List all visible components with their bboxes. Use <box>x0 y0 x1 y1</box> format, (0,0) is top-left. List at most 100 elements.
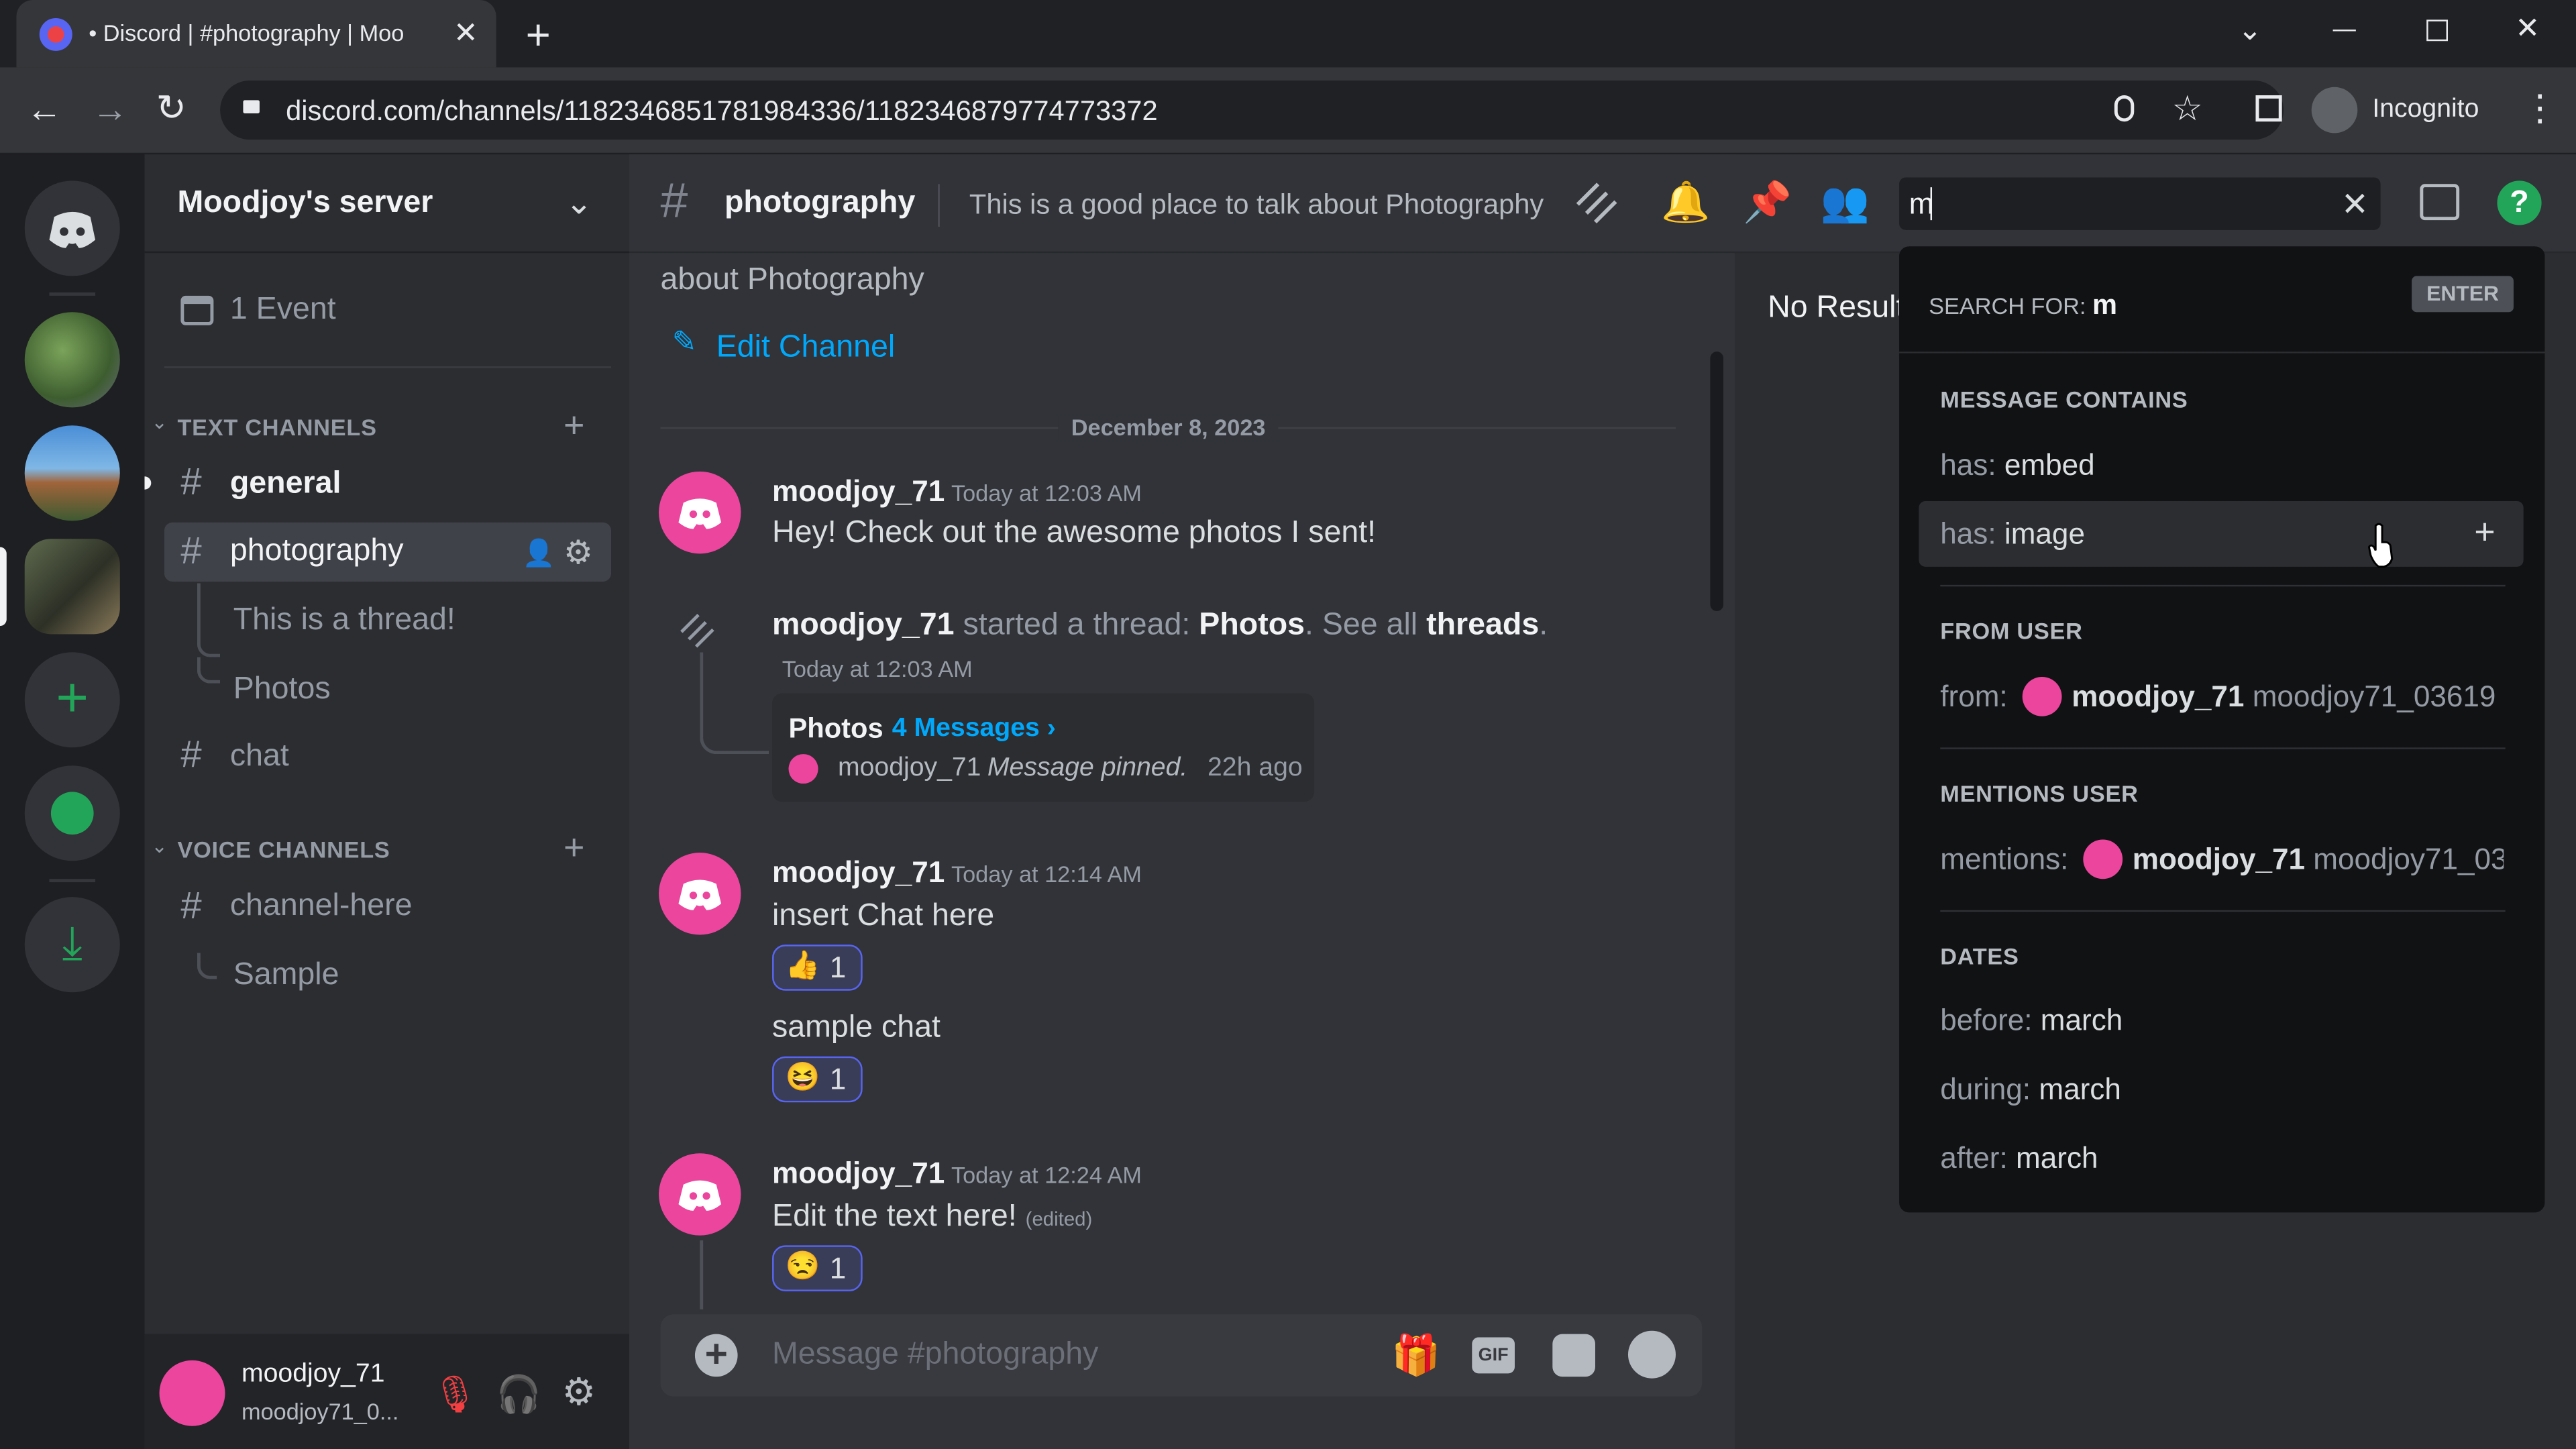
message-input[interactable]: Message #photography <box>772 1337 1098 1373</box>
voice-channels-category[interactable]: VOICE CHANNELS <box>177 837 390 863</box>
thread-name-link[interactable]: Photos <box>1199 608 1305 642</box>
explore-servers-icon[interactable] <box>24 765 120 861</box>
message-avatar[interactable] <box>659 471 741 554</box>
channel-intro-text: about Photography <box>660 262 924 298</box>
lock-icon <box>243 100 260 113</box>
thread-item-1[interactable]: This is a thread! <box>233 603 455 639</box>
from-user-avatar <box>2022 676 2062 716</box>
thread-system-message: moodjoy_71 started a thread: Photos. See… <box>772 608 1548 643</box>
thread-card[interactable] <box>772 693 1315 802</box>
message-author[interactable]: moodjoy_71 <box>772 1157 945 1191</box>
sample-item[interactable]: Sample <box>233 958 339 994</box>
thread-card-last-message: Message pinned. <box>987 754 1188 782</box>
mouse-cursor-icon <box>2367 523 2394 568</box>
member-list-icon[interactable]: 👥 <box>1820 179 1869 227</box>
search-input[interactable] <box>1899 177 2381 230</box>
bell-icon[interactable]: 🔔 <box>1661 179 1710 227</box>
back-icon[interactable]: ← <box>26 89 62 131</box>
clear-search-icon[interactable]: ✕ <box>2341 184 2369 225</box>
option-key: before: <box>1940 1004 2033 1037</box>
emoji-picker-icon[interactable] <box>1627 1330 1676 1379</box>
option-during[interactable]: during: march <box>1940 1073 2121 1107</box>
create-text-channel-icon[interactable]: + <box>564 404 584 447</box>
message-text: sample chat <box>772 1010 941 1045</box>
download-apps-icon[interactable]: ⤓ <box>24 897 120 993</box>
search-for-key: SEARCH FOR: <box>1929 292 2086 319</box>
add-filter-plus-icon[interactable]: + <box>2474 511 2495 554</box>
message-avatar[interactable] <box>659 853 741 935</box>
option-before[interactable]: before: march <box>1940 1004 2123 1038</box>
browser-menu-icon[interactable]: ⋮ <box>2522 87 2558 130</box>
inbox-icon[interactable] <box>2420 184 2460 221</box>
chat-scrollbar[interactable] <box>1710 352 1724 612</box>
channel-here-label[interactable]: channel-here <box>230 889 413 925</box>
user-name[interactable]: moodjoy_71 <box>241 1360 384 1390</box>
message-author[interactable]: moodjoy_71 <box>772 608 955 642</box>
forward-icon[interactable]: → <box>92 89 128 131</box>
gif-icon[interactable]: GIF <box>1472 1337 1515 1374</box>
incognito-label[interactable]: Incognito <box>2372 95 2479 125</box>
bookmark-star-icon[interactable]: ☆ <box>2172 89 2203 129</box>
thread-item-2[interactable]: Photos <box>233 672 331 708</box>
message-author[interactable]: moodjoy_71 <box>772 475 945 509</box>
edit-channel-link[interactable]: Edit Channel <box>716 330 895 366</box>
channel-photography-label[interactable]: photography <box>230 534 404 570</box>
invite-user-icon[interactable]: 👤 <box>523 537 555 570</box>
sticker-icon[interactable] <box>1552 1334 1595 1377</box>
close-tab-icon[interactable]: ✕ <box>453 16 478 50</box>
incognito-icon[interactable] <box>2311 87 2358 133</box>
option-has-image[interactable]: has: image <box>1940 517 2085 551</box>
chevron-down-icon[interactable]: ⌄ <box>565 182 592 223</box>
from-user-name[interactable]: moodjoy_71 moodjoy71_03619 <box>2072 680 2502 714</box>
option-from-user[interactable]: from: <box>1940 680 2007 714</box>
moodjoys-server-icon[interactable] <box>24 539 120 635</box>
user-avatar[interactable] <box>159 1360 225 1426</box>
gear-icon[interactable]: ⚙ <box>564 532 593 573</box>
option-after[interactable]: after: march <box>1940 1142 2098 1176</box>
pin-icon[interactable]: 📌 <box>1743 179 1792 227</box>
discord-home-icon[interactable] <box>24 180 120 276</box>
reaction-laugh[interactable]: 😆 1 <box>772 1056 863 1103</box>
channel-topic[interactable]: This is a good place to talk about Photo… <box>969 189 1544 222</box>
option-mentions-user[interactable]: mentions: <box>1940 843 2068 877</box>
reaction-unamused[interactable]: 😒 1 <box>772 1245 863 1291</box>
new-tab-icon[interactable]: + <box>526 10 551 61</box>
add-server-icon[interactable]: + <box>24 652 120 748</box>
close-window-icon[interactable]: ✕ <box>2515 11 2540 46</box>
thread-card-title[interactable]: Photos <box>789 713 883 746</box>
option-has-embed[interactable]: has: embed <box>1940 449 2094 483</box>
reaction-thumbs-up[interactable]: 👍 1 <box>772 945 863 991</box>
mentions-user-name[interactable]: moodjoy_71 moodjoy71_03 <box>2133 843 2504 877</box>
channel-chat-label[interactable]: chat <box>230 739 289 775</box>
mic-blocked-icon[interactable] <box>2114 95 2135 122</box>
threads-link[interactable]: threads <box>1426 608 1539 642</box>
reload-icon[interactable]: ↻ <box>156 87 186 130</box>
thread-card-count[interactable]: 4 Messages › <box>892 714 1056 744</box>
upload-plus-icon[interactable]: + <box>694 1333 738 1377</box>
option-key: has: <box>1940 517 1996 551</box>
browser-tab-title: • Discord | #photography | Moo <box>89 19 405 46</box>
headphones-icon[interactable]: 🎧 <box>496 1373 541 1416</box>
gift-icon[interactable]: 🎁 <box>1391 1332 1440 1380</box>
create-voice-channel-icon[interactable]: + <box>564 826 584 869</box>
message-author[interactable]: moodjoy_71 <box>772 856 945 890</box>
server-name[interactable]: Moodjoy's server <box>177 186 433 222</box>
events-label[interactable]: 1 Event <box>230 292 336 329</box>
user-tag: moodjoy71_0... <box>241 1398 399 1425</box>
side-panel-icon[interactable] <box>2255 95 2282 122</box>
channel-general-label[interactable]: general <box>230 467 341 503</box>
from-user-heading: FROM USER <box>1940 617 2083 645</box>
collapse-chevron-icon[interactable]: ⌄ <box>151 835 168 857</box>
message-avatar[interactable] <box>659 1153 741 1236</box>
server-icon-nature[interactable] <box>24 312 120 408</box>
text-channels-category[interactable]: TEXT CHANNELS <box>177 414 376 440</box>
tab-search-icon[interactable]: ⌄ <box>2238 13 2263 48</box>
url-text[interactable]: discord.com/channels/1182346851781984336… <box>286 95 1158 128</box>
restore-icon[interactable] <box>2426 19 2449 42</box>
user-settings-gear-icon[interactable]: ⚙ <box>562 1370 596 1414</box>
collapse-chevron-icon[interactable]: ⌄ <box>151 411 168 433</box>
help-icon[interactable]: ? <box>2497 180 2542 225</box>
server-icon-landscape[interactable] <box>24 425 120 521</box>
mic-muted-icon[interactable]: 🎙 <box>432 1373 478 1416</box>
minimize-icon[interactable] <box>2332 30 2356 32</box>
